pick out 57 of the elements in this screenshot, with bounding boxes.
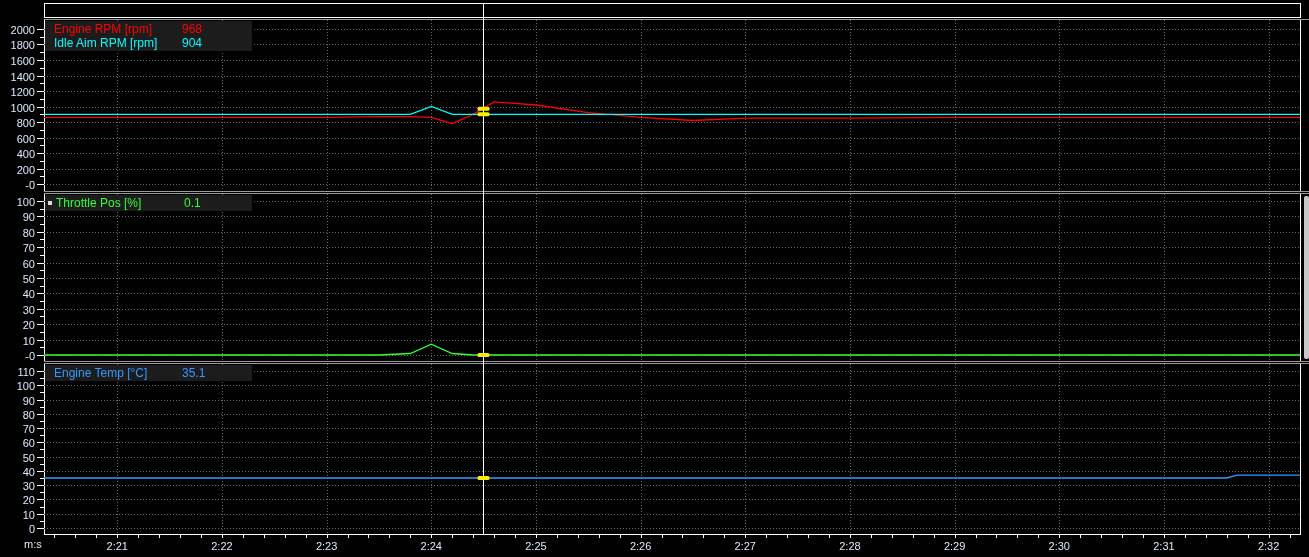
y-tick-label: 1600 bbox=[10, 54, 35, 67]
y-tick-label: 20 bbox=[22, 493, 35, 506]
y-tick-label: 1400 bbox=[10, 70, 35, 83]
x-tick-label: 2:32 bbox=[1257, 540, 1280, 552]
channel-value: 968 bbox=[182, 22, 203, 36]
y-tick-label: 70 bbox=[22, 241, 35, 254]
y-tick-label: -0 bbox=[25, 178, 35, 191]
y-tick-label: 2000 bbox=[10, 23, 35, 36]
y-tick-label: 100 bbox=[16, 379, 35, 392]
channel-name[interactable]: Idle Aim RPM [rpm] bbox=[54, 36, 182, 50]
y-tick-label: 60 bbox=[22, 257, 35, 270]
y-tick-label: 80 bbox=[22, 226, 35, 239]
y-tick-label: 1200 bbox=[10, 85, 35, 98]
channel-name[interactable]: Throttle Pos [%] bbox=[56, 196, 184, 210]
y-tick-label: 90 bbox=[22, 210, 35, 223]
x-tick-label: 2:24 bbox=[420, 540, 442, 552]
channel-value: 35.1 bbox=[182, 366, 206, 380]
x-tick-label: 2:28 bbox=[839, 540, 861, 552]
y-tick-label: -0 bbox=[25, 349, 35, 361]
x-tick-label: 2:26 bbox=[629, 540, 652, 552]
y-tick-label: 20 bbox=[22, 318, 35, 331]
x-tick-label: 2:22 bbox=[211, 540, 233, 552]
x-tick-label: 2:23 bbox=[315, 540, 338, 552]
x-tick-label: 2:29 bbox=[943, 540, 966, 552]
y-tick-label: 40 bbox=[22, 465, 35, 478]
y-tick-label: 10 bbox=[22, 508, 35, 521]
channel-value: 904 bbox=[182, 36, 203, 50]
y-tick-label: 50 bbox=[22, 272, 35, 285]
y-tick-label: 70 bbox=[22, 422, 35, 435]
x-tick-label: 2:27 bbox=[734, 540, 756, 552]
x-tick-label: 2:25 bbox=[525, 540, 547, 552]
x-tick-label: 2:31 bbox=[1153, 540, 1175, 552]
y-tick-label: 0 bbox=[28, 522, 35, 535]
x-tick-label: 2:30 bbox=[1048, 540, 1070, 552]
y-tick-label: 1800 bbox=[10, 38, 35, 51]
y-tick-label: 200 bbox=[16, 163, 35, 176]
channel-value: 0.1 bbox=[184, 196, 201, 210]
y-tick-label: 80 bbox=[22, 408, 35, 421]
cursor-line[interactable] bbox=[477, 2, 490, 535]
y-tick-label: 600 bbox=[16, 132, 35, 145]
y-tick-label: 60 bbox=[22, 436, 35, 449]
y-tick-label: 30 bbox=[22, 479, 35, 492]
x-axis-unit: m:s bbox=[24, 538, 42, 550]
y-tick-label: 40 bbox=[22, 287, 35, 300]
scrollbar[interactable] bbox=[1304, 196, 1309, 359]
x-tick-label: 2:21 bbox=[106, 540, 128, 552]
y-tick-label: 50 bbox=[22, 451, 35, 464]
y-tick-label: 400 bbox=[16, 147, 35, 160]
y-tick-label: 110 bbox=[17, 365, 35, 378]
channel-name[interactable]: Engine RPM [rpm] bbox=[54, 22, 182, 36]
y-tick-label: 1000 bbox=[10, 101, 35, 114]
y-tick-label: 30 bbox=[22, 303, 35, 316]
channel-name[interactable]: Engine Temp [°C] bbox=[54, 366, 182, 380]
y-tick-label: 100 bbox=[16, 195, 35, 208]
y-tick-label: 90 bbox=[22, 394, 35, 407]
y-tick-label: 10 bbox=[22, 334, 35, 347]
y-tick-label: 800 bbox=[16, 116, 35, 129]
